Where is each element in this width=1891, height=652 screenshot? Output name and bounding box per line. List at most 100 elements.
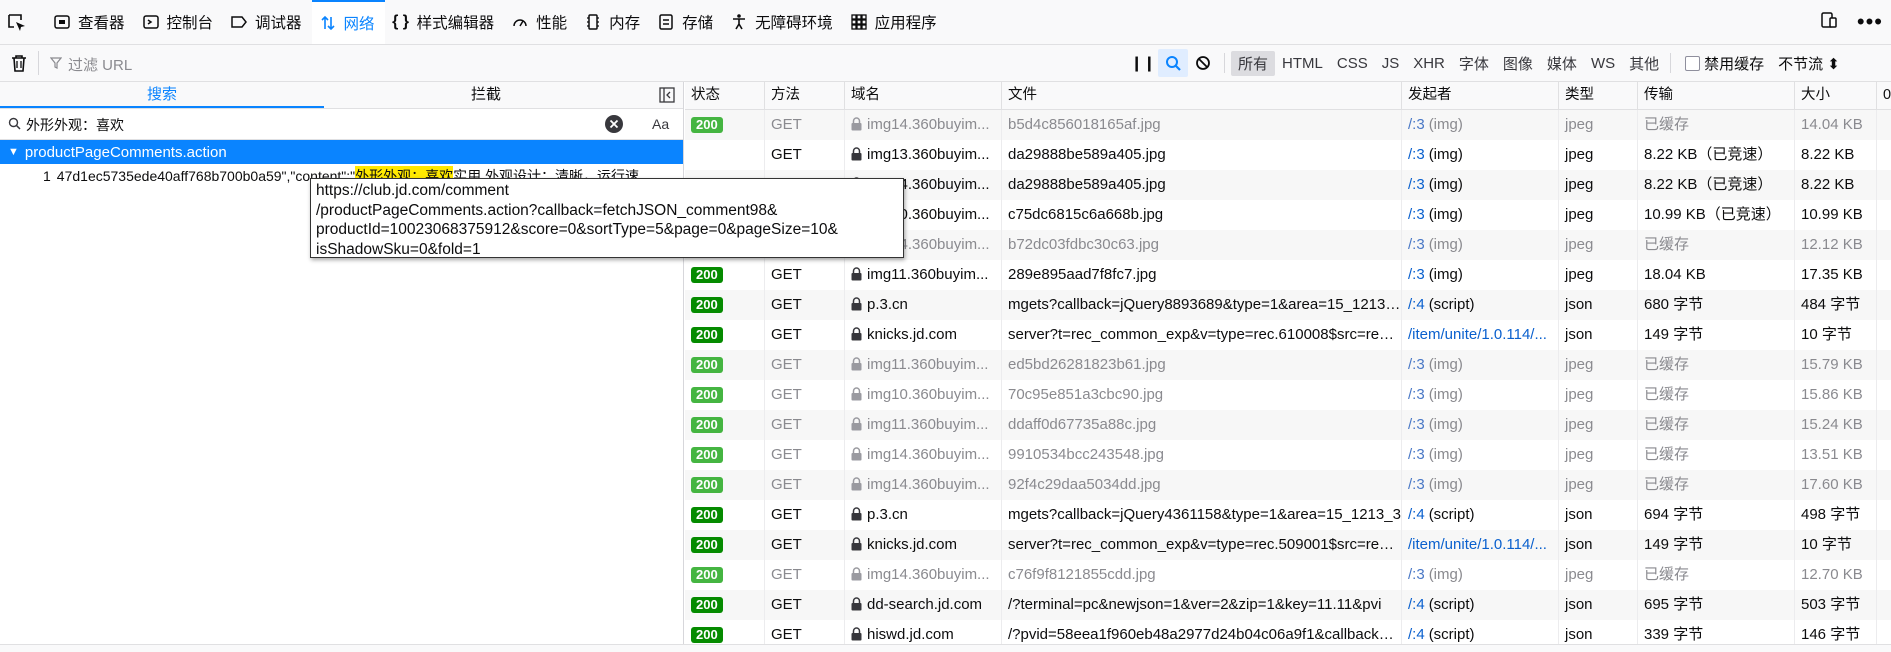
expand-triangle-icon[interactable]: ▼ <box>8 146 19 158</box>
tab-label: 无障碍环境 <box>755 15 833 32</box>
block-icon[interactable] <box>1188 49 1218 77</box>
table-row[interactable]: 200 GET img10.360buyim... 70c95e851a3cbc90.… <box>685 380 1891 410</box>
filter-url-input[interactable]: 过滤 URL <box>49 53 550 75</box>
lock-icon <box>851 262 862 290</box>
initiator-link[interactable]: /:4 <box>1408 296 1425 313</box>
initiator-link[interactable]: /:3 <box>1408 416 1425 433</box>
table-row[interactable]: 200 GET img14.360buyim... b5d4c856018165af.… <box>685 110 1891 140</box>
responsive-design-icon[interactable] <box>1819 10 1839 34</box>
tab-accessibility[interactable]: 无障碍环境 <box>723 0 843 44</box>
table-row[interactable]: GET img13.360buyim... da29888be589a405.jpg… <box>685 140 1891 170</box>
initiator-link[interactable]: /:4 <box>1408 596 1425 613</box>
initiator-cause: (script) <box>1428 506 1475 523</box>
filter-type-media[interactable]: 媒体 <box>1540 51 1584 76</box>
collapse-panel-icon[interactable] <box>659 87 675 107</box>
column-header-initiator[interactable]: 发起者 <box>1402 82 1559 109</box>
tab-inspector[interactable]: 查看器 <box>46 0 135 44</box>
cell-domain: knicks.jd.com <box>845 530 1002 560</box>
filter-type-all[interactable]: 所有 <box>1231 50 1276 76</box>
filter-type-font[interactable]: 字体 <box>1452 51 1496 76</box>
initiator-link[interactable]: /item/unite/1.0.114/... <box>1408 536 1547 553</box>
checkbox[interactable] <box>1685 55 1701 71</box>
table-row[interactable]: 200 GET img11.360buyim... 289e895aad7f8fc7.… <box>685 260 1891 290</box>
tab-storage[interactable]: 存储 <box>650 0 723 44</box>
cell-transfer: 已缓存 <box>1638 230 1795 260</box>
element-picker-icon[interactable] <box>6 12 28 34</box>
filter-type-image[interactable]: 图像 <box>1496 51 1540 76</box>
table-row[interactable]: 200 GET img14.360buyim... 92f4c29daa5034dd.… <box>685 470 1891 500</box>
table-row[interactable]: 200 GET dd-search.jd.com /?terminal=pc&newj… <box>685 590 1891 620</box>
match-case-button[interactable]: Aa <box>652 116 669 132</box>
cell-type: jpeg <box>1559 110 1638 140</box>
tab-memory[interactable]: 内存 <box>577 0 650 44</box>
filter-type-xhr[interactable]: XHR <box>1406 53 1452 74</box>
initiator-link[interactable]: /:3 <box>1408 206 1425 223</box>
cell-status: 200 <box>685 560 765 590</box>
tab-style-editor[interactable]: { } 样式编辑器 <box>385 0 505 44</box>
initiator-link[interactable]: /item/unite/1.0.114/... <box>1408 326 1547 343</box>
column-header-domain[interactable]: 域名 <box>845 82 1002 109</box>
trash-icon[interactable] <box>10 53 28 77</box>
divider <box>1224 53 1225 73</box>
cell-transfer: 已缓存 <box>1638 440 1795 470</box>
table-row[interactable]: 200 GET p.3.cn mgets?callback=jQuery4361158… <box>685 500 1891 530</box>
status-badge: 200 <box>691 297 723 313</box>
table-row[interactable]: 200 GET p.3.cn mgets?callback=jQuery8893689… <box>685 290 1891 320</box>
table-row[interactable]: 200 GET knicks.jd.com server?t=rec_common_e… <box>685 530 1891 560</box>
initiator-cause: (img) <box>1428 206 1463 223</box>
filter-type-css[interactable]: CSS <box>1330 53 1375 74</box>
column-header-method[interactable]: 方法 <box>765 82 845 109</box>
table-row[interactable]: 200 GET img11.360buyim... ddaff0d67735a88c.… <box>685 410 1891 440</box>
column-header-status[interactable]: 状态 <box>685 82 765 109</box>
initiator-link[interactable]: /:4 <box>1408 626 1425 643</box>
cell-transfer: 149 字节 <box>1638 530 1795 560</box>
cell-status: 200 <box>685 320 765 350</box>
clear-search-icon[interactable] <box>604 114 624 138</box>
cell-domain: img11.360buyim... <box>845 350 1002 380</box>
column-header-waterfall[interactable]: 0 <box>1877 82 1891 109</box>
filter-type-other[interactable]: 其他 <box>1622 51 1666 76</box>
cell-transfer: 已缓存 <box>1638 110 1795 140</box>
throttling-select[interactable]: 不节流 ⬍ <box>1778 53 1840 74</box>
filter-type-js[interactable]: JS <box>1375 53 1407 74</box>
filter-type-ws[interactable]: WS <box>1584 53 1622 74</box>
tab-search[interactable]: 搜索 <box>0 82 324 108</box>
initiator-link[interactable]: /:4 <box>1408 506 1425 523</box>
initiator-link[interactable]: /:3 <box>1408 116 1425 133</box>
table-row[interactable]: 200 GET knicks.jd.com server?t=rec_common_e… <box>685 320 1891 350</box>
search-input[interactable]: 外形外观：喜欢 Aa <box>0 109 683 140</box>
initiator-link[interactable]: /:3 <box>1408 356 1425 373</box>
tab-console[interactable]: 控制台 <box>135 0 224 44</box>
table-row[interactable]: 200 GET img14.360buyim... 9910534bcc243548.… <box>685 440 1891 470</box>
more-options-icon[interactable]: ••• <box>1857 11 1883 33</box>
tab-network[interactable]: 网络 <box>311 0 385 44</box>
tab-debugger[interactable]: 调试器 <box>223 0 312 44</box>
initiator-link[interactable]: /:3 <box>1408 446 1425 463</box>
cell-size: 10 字节 <box>1795 320 1877 350</box>
disable-cache-checkbox[interactable]: 禁用缓存 <box>1685 53 1764 74</box>
initiator-link[interactable]: /:3 <box>1408 236 1425 253</box>
tab-performance[interactable]: 性能 <box>504 0 577 44</box>
initiator-link[interactable]: /:3 <box>1408 566 1425 583</box>
filter-type-html[interactable]: HTML <box>1275 53 1330 74</box>
search-icon[interactable] <box>1158 49 1188 77</box>
initiator-link[interactable]: /:3 <box>1408 266 1425 283</box>
column-header-file[interactable]: 文件 <box>1002 82 1402 109</box>
table-row[interactable]: 200 GET img11.360buyim... ed5bd26281823b61.… <box>685 350 1891 380</box>
initiator-link[interactable]: /:3 <box>1408 476 1425 493</box>
cell-file: b72dc03fdbc30c63.jpg <box>1002 230 1402 260</box>
initiator-link[interactable]: /:3 <box>1408 386 1425 403</box>
column-header-transfer[interactable]: 传输 <box>1638 82 1795 109</box>
search-result-file[interactable]: ▼ productPageComments.action <box>0 140 683 164</box>
column-header-type[interactable]: 类型 <box>1559 82 1638 109</box>
cell-status: 200 <box>685 590 765 620</box>
domain-text: img14.360buyim... <box>867 446 990 463</box>
table-row[interactable]: 200 GET img14.360buyim... c76f9f8121855cdd.… <box>685 560 1891 590</box>
pause-icon[interactable]: ❙❙ <box>1128 49 1158 77</box>
column-header-size[interactable]: 大小 <box>1795 82 1877 109</box>
cell-file: c76f9f8121855cdd.jpg <box>1002 560 1402 590</box>
initiator-link[interactable]: /:3 <box>1408 146 1425 163</box>
tab-application[interactable]: 应用程序 <box>843 0 947 44</box>
initiator-link[interactable]: /:3 <box>1408 176 1425 193</box>
tab-block[interactable]: 拦截 <box>324 82 648 108</box>
